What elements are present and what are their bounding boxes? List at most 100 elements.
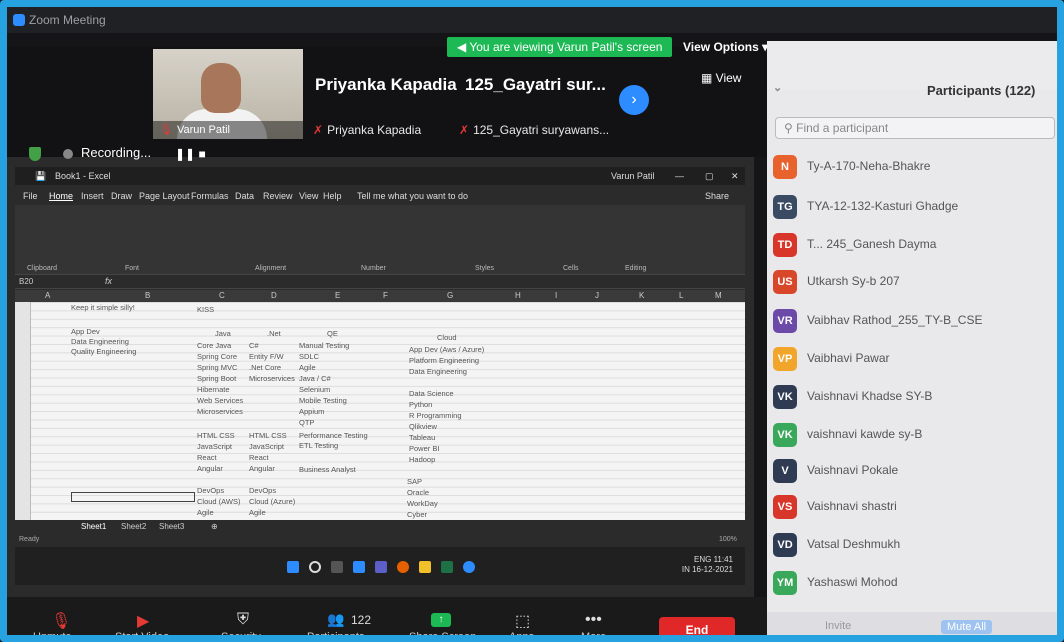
participant-item[interactable]: TG TYA-12-132-Kasturi Ghadge bbox=[773, 191, 1057, 227]
cell[interactable]: Python bbox=[409, 400, 432, 409]
cell[interactable]: DevOps bbox=[197, 486, 224, 495]
selected-cell[interactable] bbox=[71, 492, 195, 502]
cell[interactable]: Performance Testing bbox=[299, 431, 368, 440]
tab-file[interactable]: File bbox=[23, 191, 38, 201]
sheet-tab[interactable]: Sheet3 bbox=[159, 522, 184, 531]
minimize-icon[interactable]: — bbox=[675, 171, 684, 181]
cell[interactable]: Agile bbox=[299, 363, 316, 372]
unmute-button[interactable]: Unmute bbox=[33, 631, 72, 635]
cell[interactable]: .Net Core bbox=[249, 363, 281, 372]
cell[interactable]: React bbox=[197, 453, 217, 462]
col-header[interactable]: C bbox=[219, 291, 225, 300]
participants-button[interactable]: Participants bbox=[307, 631, 364, 635]
invite-button[interactable]: Invite bbox=[825, 620, 851, 632]
excel-save-icon[interactable]: 💾 bbox=[35, 171, 46, 182]
cell[interactable]: Hadoop bbox=[409, 455, 435, 464]
tab-help[interactable]: Help bbox=[323, 191, 342, 201]
windows-start-icon[interactable] bbox=[287, 561, 299, 573]
close-icon[interactable]: ✕ bbox=[731, 171, 739, 182]
cell[interactable]: App Dev (Aws / Azure) bbox=[409, 345, 484, 354]
cell[interactable]: Selenium bbox=[299, 385, 330, 394]
tab-view[interactable]: View bbox=[299, 191, 318, 201]
col-header[interactable]: F bbox=[383, 291, 388, 300]
col-header[interactable]: H bbox=[515, 291, 521, 300]
cell[interactable]: Microservices bbox=[197, 407, 243, 416]
col-header[interactable]: B bbox=[145, 291, 150, 300]
cell[interactable]: Cloud (Azure) bbox=[249, 497, 295, 506]
zoom-taskbar-icon[interactable] bbox=[463, 561, 475, 573]
cell[interactable]: Oracle bbox=[407, 488, 429, 497]
sheet-tab[interactable]: Sheet1 bbox=[81, 522, 106, 531]
share-screen-button[interactable]: Share Screen bbox=[409, 631, 476, 635]
cell[interactable]: QE bbox=[327, 329, 338, 338]
cell[interactable]: Data Science bbox=[409, 389, 454, 398]
name-box[interactable]: B20 bbox=[19, 277, 33, 286]
cell[interactable]: Power BI bbox=[409, 444, 439, 453]
participant-item[interactable]: VS Vaishnavi shastri bbox=[773, 491, 1057, 527]
participant-search-input[interactable]: ⚲ Find a participant bbox=[775, 117, 1055, 139]
tab-review[interactable]: Review bbox=[263, 191, 293, 201]
sheet-tab[interactable]: Sheet2 bbox=[121, 522, 146, 531]
col-header[interactable]: J bbox=[595, 291, 599, 300]
formula-bar[interactable]: B20 fx bbox=[15, 275, 745, 289]
mic-muted-icon[interactable]: 🎙 bbox=[51, 611, 71, 631]
apps-icon[interactable]: ⬚ bbox=[515, 611, 530, 631]
next-page-button[interactable]: › bbox=[619, 85, 649, 115]
tab-data[interactable]: Data bbox=[235, 191, 254, 201]
folder-icon[interactable] bbox=[419, 561, 431, 573]
cell[interactable]: KISS bbox=[197, 305, 214, 314]
cell[interactable]: Manual Testing bbox=[299, 341, 349, 350]
mute-all-button[interactable]: Mute All bbox=[941, 620, 993, 634]
participant-item[interactable]: YM Yashaswi Mohod bbox=[773, 567, 1057, 603]
col-header[interactable]: I bbox=[555, 291, 557, 300]
col-header[interactable]: G bbox=[447, 291, 453, 300]
cell[interactable]: JavaScript bbox=[249, 442, 284, 451]
security-icon[interactable]: ⛨ bbox=[237, 611, 249, 629]
col-header[interactable]: E bbox=[335, 291, 340, 300]
cell[interactable]: Business Analyst bbox=[299, 465, 356, 474]
video-tile-varun[interactable]: 🎙 Varun Patil bbox=[153, 49, 303, 139]
cell[interactable]: Agile bbox=[197, 508, 214, 517]
cell[interactable]: QTP bbox=[299, 418, 314, 427]
cell[interactable]: Spring MVC bbox=[197, 363, 237, 372]
cell[interactable]: Cloud (AWS) bbox=[197, 497, 240, 506]
cell[interactable]: HTML CSS bbox=[249, 431, 287, 440]
video-tile-gayatri[interactable]: 125_Gayatri sur... bbox=[465, 75, 606, 95]
participant-item[interactable]: VK vaishnavi kawde sy-B bbox=[773, 419, 1057, 455]
video-tile-priyanka[interactable]: Priyanka Kapadia bbox=[315, 75, 457, 95]
cell[interactable]: Spring Boot bbox=[197, 374, 236, 383]
cell[interactable]: SAP bbox=[407, 477, 422, 486]
cell[interactable]: Appium bbox=[299, 407, 324, 416]
participant-item[interactable]: TD T... 245_Ganesh Dayma bbox=[773, 229, 1057, 265]
cell[interactable]: Data Engineering bbox=[409, 367, 467, 376]
col-header[interactable]: A bbox=[45, 291, 50, 300]
share-screen-icon[interactable]: ↑ bbox=[431, 613, 451, 627]
cell[interactable]: Java / C# bbox=[299, 374, 331, 383]
cell[interactable]: App Dev bbox=[71, 327, 100, 336]
task-view-icon[interactable] bbox=[331, 561, 343, 573]
cell[interactable]: Spring Core bbox=[197, 352, 237, 361]
cell[interactable]: Microservices bbox=[249, 374, 295, 383]
participants-icon[interactable]: 👥 bbox=[327, 611, 344, 628]
view-button[interactable]: ▦ View bbox=[701, 71, 741, 85]
cell[interactable]: Cyber bbox=[407, 510, 427, 519]
pause-recording-button[interactable]: ❚❚ ■ bbox=[175, 147, 206, 161]
participant-item[interactable]: V Vaishnavi Pokale bbox=[773, 455, 1057, 491]
cell[interactable]: React bbox=[249, 453, 269, 462]
cell[interactable]: Data Engineering bbox=[71, 337, 129, 346]
cell[interactable]: SDLC bbox=[299, 352, 319, 361]
widgets-icon[interactable] bbox=[353, 561, 365, 573]
more-button[interactable]: More bbox=[581, 631, 606, 635]
cell[interactable]: ETL Testing bbox=[299, 441, 338, 450]
view-options-button[interactable]: View Options ▾ bbox=[683, 37, 768, 57]
col-header[interactable]: D bbox=[271, 291, 277, 300]
col-header[interactable]: M bbox=[715, 291, 722, 300]
tab-home[interactable]: Home bbox=[49, 191, 73, 201]
chat-icon[interactable] bbox=[375, 561, 387, 573]
participant-item[interactable]: VR Vaibhav Rathod_255_TY-B_CSE bbox=[773, 305, 1057, 341]
add-sheet-icon[interactable]: ⊕ bbox=[211, 522, 218, 531]
more-icon[interactable]: ••• bbox=[585, 611, 602, 629]
tab-formulas[interactable]: Formulas bbox=[191, 191, 229, 201]
cell[interactable]: C# bbox=[249, 341, 259, 350]
participant-item[interactable]: VK Vaishnavi Khadse SY-B bbox=[773, 381, 1057, 417]
